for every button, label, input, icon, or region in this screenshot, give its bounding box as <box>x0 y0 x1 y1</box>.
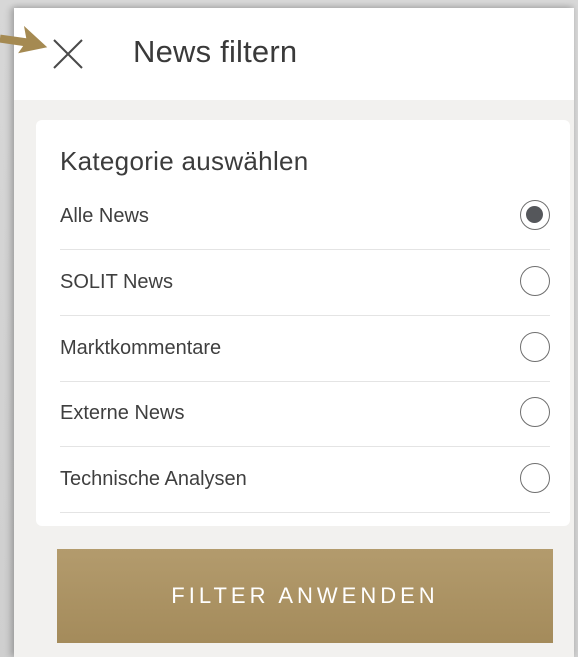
option-technische-analysen[interactable]: Technische Analysen <box>60 447 550 513</box>
option-label: Alle News <box>60 205 149 227</box>
option-alle-news[interactable]: Alle News <box>60 184 550 250</box>
filter-panel: News filtern Kategorie auswählen Alle Ne… <box>14 8 574 657</box>
radio-selected-dot <box>526 206 543 223</box>
pointer-arrow-icon <box>0 25 48 54</box>
option-externe-news[interactable]: Externe News <box>60 381 550 447</box>
option-solit-news[interactable]: SOLIT News <box>60 250 550 316</box>
radio-button[interactable] <box>520 332 550 362</box>
category-title: Kategorie auswählen <box>60 146 309 176</box>
option-label: Marktkommentare <box>60 337 222 359</box>
option-label: SOLIT News <box>60 271 173 293</box>
option-label: Technische Analysen <box>60 468 247 490</box>
option-label: Externe News <box>60 402 185 424</box>
close-icon <box>53 39 83 69</box>
option-marktkommentare[interactable]: Marktkommentare <box>60 316 550 382</box>
radio-button[interactable] <box>520 397 550 427</box>
page-title: News filtern <box>133 34 298 69</box>
radio-button[interactable] <box>520 266 550 296</box>
category-card: Kategorie auswählen Alle News SOLIT News… <box>36 120 570 526</box>
screen: News filtern Kategorie auswählen Alle Ne… <box>0 0 578 657</box>
header: News filtern <box>14 8 574 100</box>
close-button[interactable] <box>50 36 86 72</box>
radio-button[interactable] <box>520 200 550 230</box>
apply-filter-button[interactable]: FILTER ANWENDEN <box>57 549 553 643</box>
radio-button[interactable] <box>520 463 550 493</box>
